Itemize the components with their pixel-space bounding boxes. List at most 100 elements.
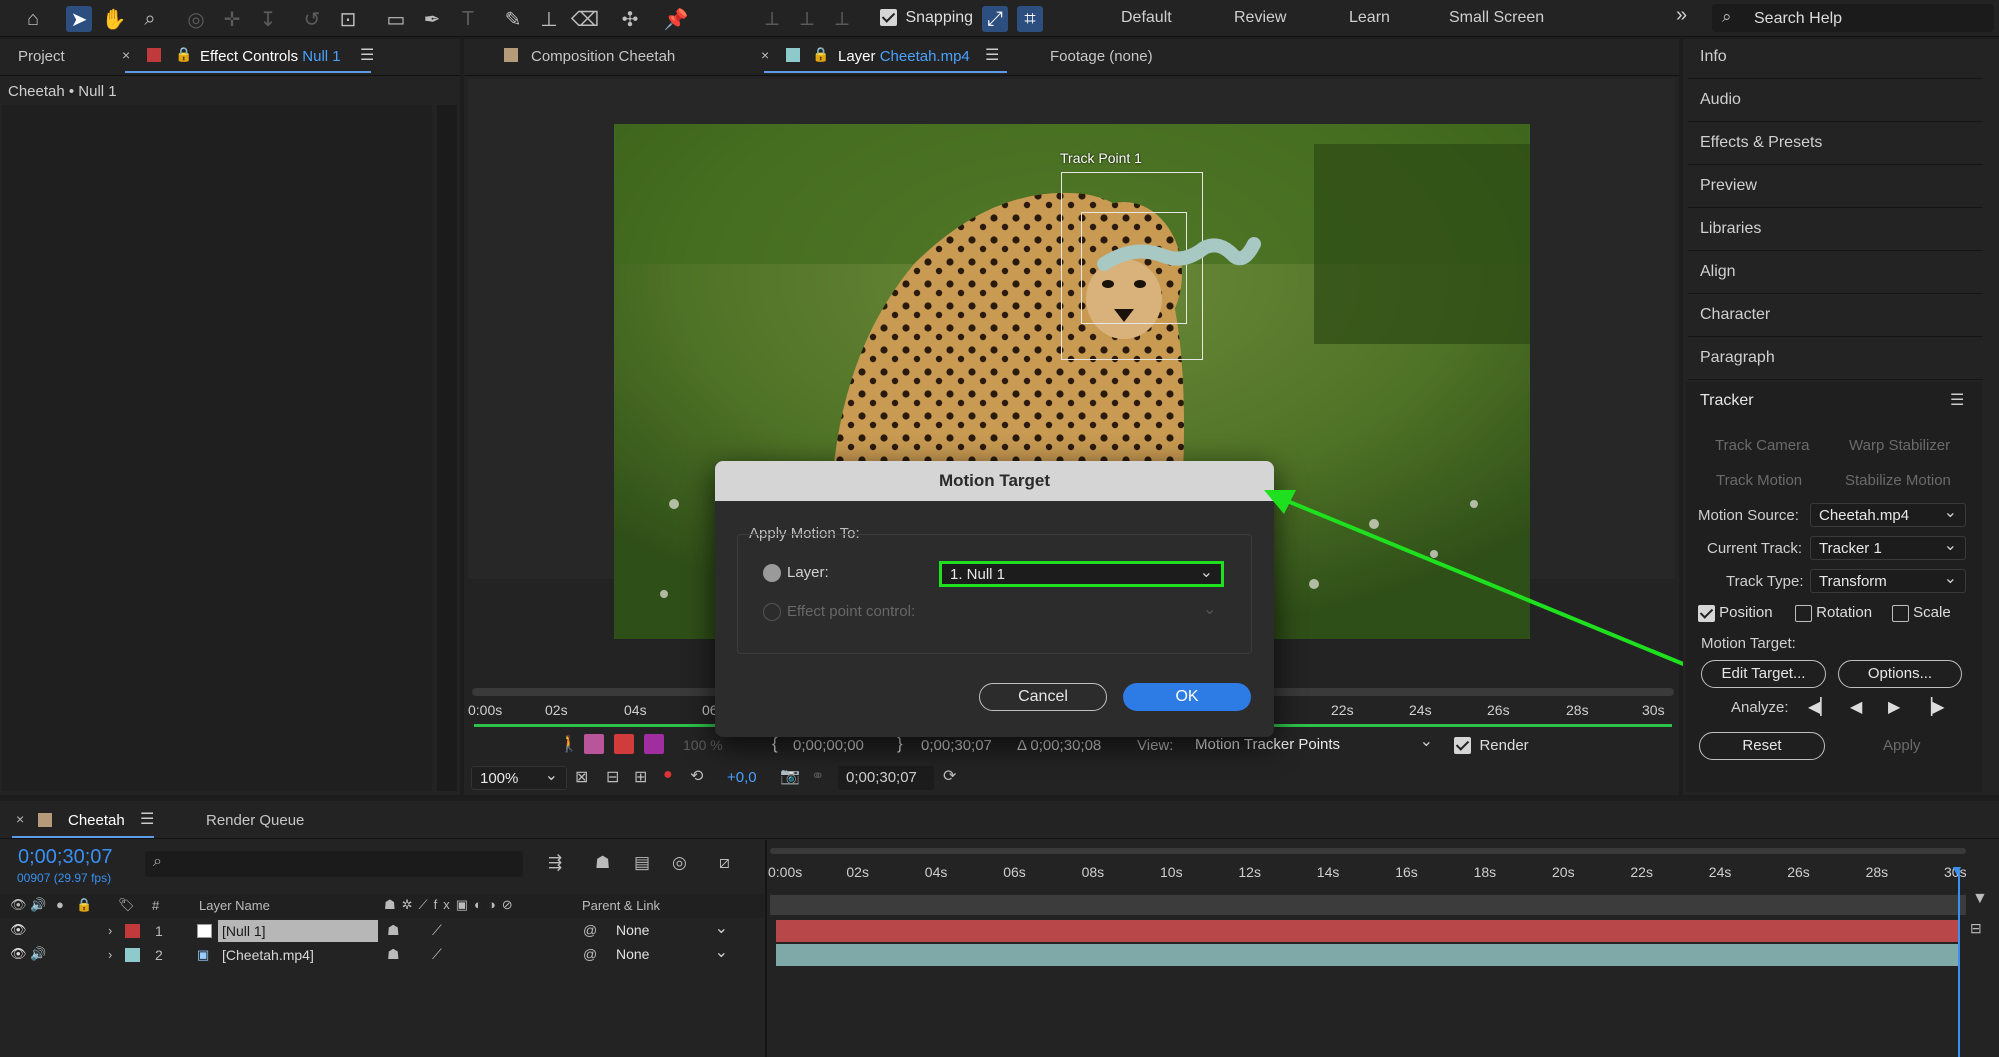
warp-stabilizer-button[interactable]: Warp Stabilizer xyxy=(1849,437,1950,454)
layer-name[interactable]: [Cheetah.mp4] xyxy=(222,947,314,963)
reset-exposure-icon[interactable]: ⟳ xyxy=(943,766,956,786)
shy-switch-icon[interactable]: ☗ xyxy=(387,946,400,963)
tracker-menu-icon[interactable]: ☰ xyxy=(1950,390,1964,410)
effect-point-radio[interactable] xyxy=(763,603,781,621)
pickwhip-icon[interactable]: @ xyxy=(583,922,597,938)
analyze-forward-one-icon[interactable]: ▕▶ xyxy=(1920,697,1945,717)
close-tab-icon[interactable]: × xyxy=(122,47,130,63)
track-type-dropdown[interactable]: Transform xyxy=(1810,568,1966,593)
current-time-indicator[interactable] xyxy=(1958,870,1960,1057)
render-toggle[interactable]: Render xyxy=(1454,737,1529,755)
out-point-time[interactable]: 0;00;30;07 xyxy=(921,737,992,754)
search-help-field[interactable]: ⌕ Search Help xyxy=(1712,4,1994,32)
col-layer-name[interactable]: Layer Name xyxy=(199,898,270,913)
rotation-checkbox[interactable] xyxy=(1795,604,1812,622)
motion-blur-icon[interactable]: ◎ xyxy=(672,853,687,873)
workspace-overflow-button[interactable]: » xyxy=(1676,4,1687,27)
analyze-back-one-icon[interactable]: ◀▏ xyxy=(1808,697,1833,717)
panel-effects-presets[interactable]: Effects & Presets xyxy=(1700,134,1822,152)
workspace-default[interactable]: Default xyxy=(1121,9,1172,27)
layer-label-color[interactable] xyxy=(125,948,140,962)
parent-dropdown[interactable]: None xyxy=(610,942,736,965)
composition-flowchart-icon[interactable]: ⇶ xyxy=(548,853,562,873)
comp-marker-icon[interactable]: ⊟ xyxy=(1970,920,1982,937)
analyze-forward-icon[interactable]: ▶ xyxy=(1888,697,1900,717)
expand-chevron-icon[interactable]: › xyxy=(108,923,112,938)
tab-footage[interactable]: Footage (none) xyxy=(1050,48,1153,65)
timeline-ruler[interactable]: 0:00s 02s 04s 06s 08s 10s 12s 14s 16s 18s 20s 22s 24… xyxy=(768,862,1967,884)
audio-icon[interactable]: 🔊 xyxy=(30,946,46,962)
out-point-icon[interactable]: } xyxy=(897,734,903,754)
snapshot-icon[interactable]: 📷 xyxy=(780,766,800,786)
layer-target-dropdown[interactable]: 1. Null 1 ⌄ xyxy=(939,561,1224,587)
panel-info[interactable]: Info xyxy=(1700,48,1727,66)
track-camera-button[interactable]: Track Camera xyxy=(1715,437,1809,454)
motion-source-dropdown[interactable]: Cheetah.mp4 xyxy=(1810,502,1966,527)
edit-target-button[interactable]: Edit Target... xyxy=(1701,660,1826,688)
color-management-icon[interactable]: ⟲ xyxy=(690,766,703,786)
shy-switch-icon[interactable]: ☗ xyxy=(387,922,400,939)
dolly-camera-icon[interactable]: ↧ xyxy=(255,6,281,32)
eye-icon[interactable]: 👁 xyxy=(10,922,27,938)
workspace-small-screen[interactable]: Small Screen xyxy=(1449,9,1544,27)
analyze-backward-icon[interactable]: ◀ xyxy=(1850,697,1862,717)
tab-timeline-cheetah[interactable]: Cheetah xyxy=(68,812,125,829)
panel-paragraph[interactable]: Paragraph xyxy=(1700,349,1775,367)
onion-purple-icon[interactable] xyxy=(644,734,664,754)
pan-behind-icon[interactable]: ⊡ xyxy=(335,6,361,32)
layer-row[interactable]: 👁 🔊 › 2 ▣ [Cheetah.mp4] ☗ ⟋ @ None xyxy=(0,942,764,966)
onion-pink-icon[interactable] xyxy=(584,734,604,754)
clone-stamp-icon[interactable]: ⊥ xyxy=(536,6,562,32)
pan-camera-icon[interactable]: ✛ xyxy=(219,6,245,32)
pickwhip-icon[interactable]: @ xyxy=(583,946,597,962)
work-area-bar[interactable] xyxy=(770,895,1966,915)
cancel-button[interactable]: Cancel xyxy=(979,683,1107,711)
workspace-learn[interactable]: Learn xyxy=(1349,9,1390,27)
snapping-checkbox[interactable] xyxy=(880,9,897,27)
snap-edges-icon[interactable]: ⤢ xyxy=(982,6,1008,32)
panel-menu-icon[interactable]: ☰ xyxy=(985,45,999,65)
parent-dropdown[interactable]: None xyxy=(610,918,736,941)
render-checkbox[interactable] xyxy=(1454,737,1471,755)
tab-render-queue[interactable]: Render Queue xyxy=(206,812,304,829)
axis-local-icon[interactable]: ⟂ xyxy=(759,6,785,32)
end-marker-icon[interactable]: ▼ xyxy=(1972,890,1988,908)
lock-icon[interactable]: 🔒 xyxy=(812,46,829,63)
rectangle-tool-icon[interactable]: ▭ xyxy=(383,6,409,32)
exposure-value[interactable]: +0,0 xyxy=(727,769,757,786)
tab-composition[interactable]: Composition Cheetah xyxy=(531,48,675,65)
in-point-time[interactable]: 0;00;00;00 xyxy=(793,737,864,754)
rotation-tool-icon[interactable]: ↺ xyxy=(299,6,325,32)
hand-tool-icon[interactable]: ✋ xyxy=(101,6,127,32)
rotation-toggle[interactable]: Rotation xyxy=(1795,604,1872,622)
brush-tool-icon[interactable]: ✎ xyxy=(500,6,526,32)
type-tool-icon[interactable]: T xyxy=(455,6,481,32)
layer-search-input[interactable]: ⌕ xyxy=(145,851,523,877)
panel-align[interactable]: Align xyxy=(1700,263,1736,281)
layer-name-highlight[interactable]: [Null 1] xyxy=(218,920,378,942)
quality-switch-icon[interactable]: ⟋ xyxy=(432,946,442,963)
expand-chevron-icon[interactable]: › xyxy=(108,947,112,962)
snap-features-icon[interactable]: ⌗ xyxy=(1017,6,1043,32)
in-point-icon[interactable]: { xyxy=(772,734,778,754)
frame-blending-icon[interactable]: ▤ xyxy=(634,853,650,873)
tab-effect-controls[interactable]: Effect Controls Null 1 xyxy=(200,48,341,65)
position-checkbox[interactable] xyxy=(1698,604,1715,622)
scale-checkbox[interactable] xyxy=(1892,604,1909,622)
track-motion-button[interactable]: Track Motion xyxy=(1716,472,1802,489)
panel-character[interactable]: Character xyxy=(1700,306,1770,324)
selection-tool-icon[interactable]: ➤ xyxy=(66,6,92,32)
current-time-field[interactable]: 0;00;30;07 xyxy=(838,766,934,790)
onion-red-icon[interactable] xyxy=(614,734,634,754)
position-toggle[interactable]: Position xyxy=(1698,604,1773,622)
channels-icon[interactable]: ● xyxy=(663,766,673,784)
layer-label-color[interactable] xyxy=(125,924,140,938)
lock-icon[interactable]: 🔒 xyxy=(175,46,192,63)
panel-menu-icon[interactable]: ☰ xyxy=(140,809,154,829)
zoom-tool-icon[interactable]: ⌕ xyxy=(137,6,163,32)
orbit-camera-icon[interactable]: ◎ xyxy=(183,6,209,32)
layer-radio[interactable] xyxy=(763,564,781,582)
apply-button[interactable]: Apply xyxy=(1883,737,1921,754)
axis-world-icon[interactable]: ⟂ xyxy=(794,6,820,32)
onion-skin-icon[interactable]: 🚶 xyxy=(559,734,579,754)
